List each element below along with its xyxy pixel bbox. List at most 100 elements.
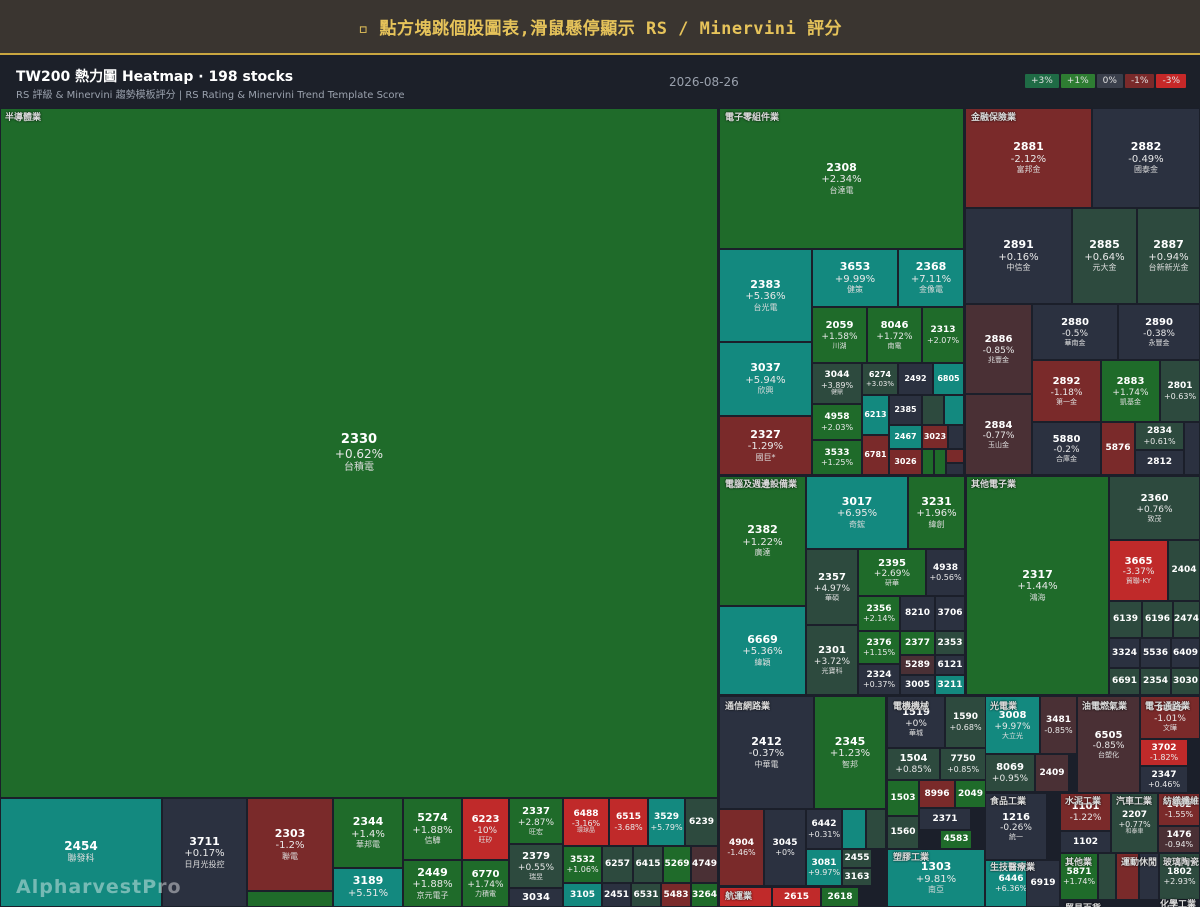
stock-tile[interactable]: 2883 +1.74% 凱基金 (1101, 360, 1160, 422)
stock-tile[interactable]: 1102 (1060, 831, 1111, 853)
stock-tile[interactable]: 2884 -0.77% 玉山金 (965, 394, 1032, 475)
stock-tile[interactable] (934, 449, 946, 475)
stock-tile[interactable]: 4938 +0.56% (926, 549, 965, 596)
stock-tile[interactable]: 2891 +0.16% 中信金 (965, 208, 1072, 304)
stock-tile[interactable]: 1503 (887, 780, 919, 816)
stock-tile[interactable]: 2385 (889, 395, 922, 425)
stock-tile[interactable]: 2354 (1140, 668, 1171, 695)
stock-tile[interactable]: 2308 +2.34% 台達電 (719, 108, 964, 249)
stock-tile[interactable]: 4904 -1.46% (719, 809, 764, 886)
stock-tile[interactable]: 2353 (935, 631, 965, 655)
stock-tile[interactable]: 6515 -3.68% (609, 798, 648, 846)
stock-tile[interactable]: 2347 +0.46% (1140, 766, 1188, 793)
stock-tile[interactable]: 3045 +0% (764, 809, 806, 886)
stock-tile[interactable]: 8069 +0.95% (985, 754, 1035, 792)
stock-tile[interactable]: 2882 -0.49% 國泰金 (1092, 108, 1200, 208)
stock-tile[interactable]: 1504 +0.85% (887, 748, 940, 780)
stock-tile[interactable]: 2344 +1.4% 華邦電 (333, 798, 403, 868)
stock-tile[interactable]: 6409 (1171, 638, 1200, 668)
stock-tile[interactable]: 2449 +1.88% 京元電子 (403, 860, 462, 907)
stock-tile[interactable]: 3665 -3.37% 貿聯-KY (1109, 540, 1168, 601)
stock-tile[interactable]: 6770 +1.74% 力積電 (462, 860, 509, 907)
stock-tile[interactable]: 5269 (663, 846, 691, 883)
stock-tile[interactable]: 3481 -0.85% (1040, 696, 1077, 754)
stock-tile[interactable]: 5274 +1.88% 信驊 (403, 798, 462, 860)
stock-tile[interactable]: 2880 -0.5% 華南金 (1032, 304, 1118, 360)
stock-tile[interactable]: 3105 (563, 883, 602, 907)
stock-tile[interactable]: 2890 -0.38% 永豐金 (1118, 304, 1200, 360)
stock-tile[interactable]: 8996 (919, 780, 955, 808)
stock-tile[interactable]: 3211 (935, 675, 965, 695)
stock-tile[interactable]: 6274 +3.03% (862, 363, 898, 395)
stock-tile[interactable] (948, 425, 964, 449)
stock-tile[interactable]: 2409 (1035, 754, 1069, 792)
stock-tile[interactable] (922, 449, 934, 475)
stock-tile[interactable]: 6488 -3.16% 環球晶 (563, 798, 609, 846)
stock-tile[interactable]: 2474 (1173, 601, 1200, 638)
stock-tile[interactable]: 6691 (1109, 668, 1140, 695)
stock-tile[interactable] (1098, 853, 1116, 900)
stock-tile[interactable]: 6781 (862, 435, 889, 475)
stock-tile[interactable]: 2337 +2.87% 旺宏 (509, 798, 563, 844)
stock-tile[interactable]: 2886 -0.85% 兆豐金 (965, 304, 1032, 394)
stock-tile[interactable]: 3702 -1.82% (1140, 739, 1188, 766)
stock-tile[interactable]: 8210 (900, 596, 935, 631)
stock-tile[interactable]: 2345 +1.23% 智邦 (814, 696, 886, 809)
stock-tile[interactable]: 2324 +0.37% (858, 664, 900, 695)
stock-tile[interactable]: 5536 (1140, 638, 1171, 668)
stock-tile[interactable]: 8046 +1.72% 南電 (867, 307, 922, 363)
stock-tile[interactable]: 1590 +0.68% (945, 696, 986, 748)
stock-tile[interactable]: 3324 (1109, 638, 1140, 668)
stock-tile[interactable]: 2467 (889, 425, 922, 449)
stock-tile[interactable]: 6196 (1142, 601, 1173, 638)
stock-tile[interactable]: 2615 (772, 887, 821, 907)
stock-tile[interactable]: 2371 (919, 808, 971, 830)
stock-tile[interactable]: 7750 +0.85% (940, 748, 986, 780)
stock-tile[interactable]: 3189 +5.51% (333, 868, 403, 907)
stock-tile[interactable]: 2049 (955, 780, 986, 808)
stock-tile[interactable]: 3017 +6.95% 奇鋐 (806, 476, 908, 549)
stock-tile[interactable]: 5289 (900, 655, 935, 675)
stock-tile[interactable]: 6415 (633, 846, 663, 883)
stock-tile[interactable]: 4749 (691, 846, 718, 883)
stock-tile[interactable]: 3533 +1.25% (812, 440, 862, 475)
stock-tile[interactable]: 2301 +3.72% 光寶科 (806, 625, 858, 695)
stock-tile[interactable]: 6531 (631, 883, 661, 907)
stock-tile[interactable]: 2360 +0.76% 致茂 (1109, 476, 1200, 540)
stock-tile[interactable]: 2834 +0.61% (1135, 422, 1184, 450)
stock-tile[interactable]: 5880 -0.2% 合庫金 (1032, 422, 1101, 475)
stock-tile[interactable]: 3026 (889, 449, 922, 475)
stock-tile[interactable]: 3532 +1.06% (563, 846, 602, 883)
stock-tile[interactable]: 2885 +0.64% 元大金 (1072, 208, 1137, 304)
stock-tile[interactable]: 2356 +2.14% (858, 596, 900, 631)
stock-tile[interactable]: 3706 (935, 596, 965, 631)
stock-tile[interactable]: 3653 +9.99% 健策 (812, 249, 898, 307)
stock-tile[interactable]: 1476 -0.94% (1158, 826, 1200, 853)
stock-tile[interactable]: 2059 +1.58% 川湖 (812, 307, 867, 363)
stock-tile[interactable] (247, 891, 333, 907)
stock-tile[interactable]: 2455 (842, 849, 872, 868)
stock-tile[interactable]: 3034 (509, 888, 563, 907)
stock-tile[interactable]: 3037 +5.94% 欣興 (719, 342, 812, 416)
stock-tile[interactable] (922, 395, 944, 425)
stock-tile[interactable]: 6223 -10% 旺矽 (462, 798, 509, 860)
stock-tile[interactable]: 4583 (940, 830, 972, 849)
stock-tile[interactable]: 2382 +1.22% 廣達 (719, 476, 806, 606)
stock-tile[interactable]: 6669 +5.36% 緯穎 (719, 606, 806, 695)
stock-tile[interactable]: 3264 (691, 883, 718, 907)
stock-tile[interactable]: 3030 (1171, 668, 1200, 695)
stock-tile[interactable]: 6139 (1109, 601, 1142, 638)
stock-tile[interactable] (1184, 422, 1200, 475)
stock-tile[interactable]: 2368 +7.11% 金像電 (898, 249, 964, 307)
stock-tile[interactable]: 3005 (900, 675, 935, 695)
stock-tile[interactable]: 3023 (922, 425, 948, 449)
stock-tile[interactable]: 2801 +0.63% (1160, 360, 1200, 422)
stock-tile[interactable] (946, 463, 964, 475)
stock-tile[interactable]: 3231 +1.96% 緯創 (908, 476, 965, 549)
stock-tile[interactable]: 6442 +0.31% (806, 809, 842, 849)
stock-tile[interactable]: 2357 +4.97% 華碩 (806, 549, 858, 625)
stock-tile[interactable] (866, 809, 886, 849)
stock-tile[interactable]: 1560 (887, 816, 919, 849)
stock-tile[interactable]: 2379 +0.55% 瑞昱 (509, 844, 563, 888)
stock-tile[interactable]: 3529 +5.79% (648, 798, 685, 846)
